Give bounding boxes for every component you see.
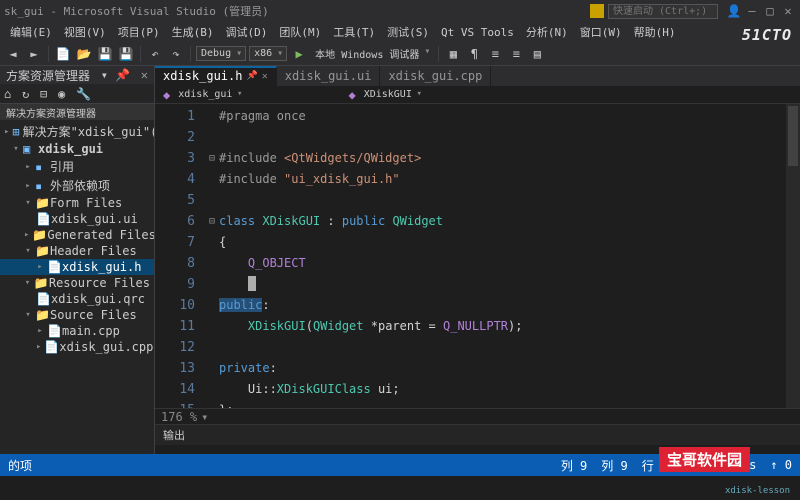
tree-folder[interactable]: ▸📁Generated Files [0, 227, 154, 243]
run-dropdown[interactable]: 本地 Windows 调试器 [311, 45, 433, 62]
project-node[interactable]: ▾▣xdisk_gui [0, 141, 154, 157]
tool-icon[interactable]: ≡ [507, 45, 525, 63]
panel-title: 方案资源管理器 [6, 67, 90, 84]
panel-pin-icon[interactable]: ▾ 📌 [101, 68, 130, 82]
separator [140, 46, 141, 62]
output-title[interactable]: 输出 [155, 425, 800, 445]
tool-icon[interactable]: ≡ [486, 45, 504, 63]
main-toolbar: ◄ ► 📄 📂 💾 💾 ↶ ↷ Debug x86 ▶ 本地 Windows 调… [0, 42, 800, 66]
back-icon[interactable]: ◄ [4, 45, 22, 63]
new-icon[interactable]: 📄 [54, 45, 72, 63]
scope-dropdown[interactable]: xdisk_gui [176, 88, 244, 101]
menu-project[interactable]: 项目(P) [112, 22, 166, 42]
file-tabs: xdisk_gui.h📌✕ xdisk_gui.ui xdisk_gui.cpp [155, 66, 800, 86]
refresh-icon[interactable]: ↻ [22, 87, 36, 101]
collapse-icon[interactable]: ⊟ [40, 87, 54, 101]
editor: xdisk_gui.h📌✕ xdisk_gui.ui xdisk_gui.cpp… [155, 66, 800, 454]
code-editor[interactable]: 12345678910111213141516 ⊟⊟ #pragma once#… [155, 104, 800, 408]
file-tab[interactable]: xdisk_gui.ui [277, 66, 381, 86]
separator [48, 46, 49, 62]
tree-file[interactable]: 📄xdisk_gui.ui [0, 211, 154, 227]
file-tab[interactable]: xdisk_gui.cpp [380, 66, 491, 86]
menu-view[interactable]: 视图(V) [58, 22, 112, 42]
tree-folder[interactable]: ▾📁Header Files [0, 243, 154, 259]
panel-close-icon[interactable]: ✕ [141, 68, 148, 82]
brand-overlay: 宝哥软件园 [659, 447, 750, 472]
menu-analyze[interactable]: 分析(N) [520, 22, 574, 42]
menu-test[interactable]: 测试(S) [381, 22, 435, 42]
pin-icon[interactable]: 📌 [246, 71, 257, 81]
show-all-icon[interactable]: ◉ [58, 87, 72, 101]
code-lines[interactable]: #pragma once#include <QtWidgets/QWidget>… [219, 104, 800, 408]
menu-window[interactable]: 窗口(W) [574, 22, 628, 42]
menu-build[interactable]: 生成(B) [166, 22, 220, 42]
separator [190, 46, 191, 62]
forward-icon[interactable]: ► [25, 45, 43, 63]
tree-file-selected[interactable]: ▸📄xdisk_gui.h [0, 259, 154, 275]
line-numbers: 12345678910111213141516 [155, 104, 205, 408]
panel-toolbar: ⌂ ↻ ⊟ ◉ 🔧 [0, 84, 154, 104]
home-icon[interactable]: ⌂ [4, 87, 18, 101]
user-icon[interactable]: 👤 [726, 3, 742, 19]
scrollbar-thumb[interactable] [788, 106, 798, 166]
zoom-level[interactable]: 176 % [161, 410, 197, 424]
zoom-dropdown-icon[interactable]: ▾ [201, 410, 208, 424]
tool-icon[interactable]: ¶ [465, 45, 483, 63]
member-dropdown[interactable]: XDiskGUI [362, 88, 424, 101]
status-publish[interactable]: ↑ 0 [770, 458, 792, 472]
tool-icon[interactable]: ▦ [444, 45, 462, 63]
save-all-icon[interactable]: 💾 [117, 45, 135, 63]
open-icon[interactable]: 📂 [75, 45, 93, 63]
solution-explorer: 方案资源管理器 ▾ 📌 ✕ ⌂ ↻ ⊟ ◉ 🔧 解决方案资源管理器 ▸⊞解决方案… [0, 66, 155, 454]
menu-help[interactable]: 帮助(H) [628, 22, 682, 42]
breadcrumb-bar: ◆ xdisk_gui ◆ XDiskGUI [155, 86, 800, 104]
tree-file[interactable]: ▸📄xdisk_gui.cpp [0, 339, 154, 355]
close-button[interactable]: ✕ [780, 3, 796, 19]
brand-sub: xdisk-lesson [725, 486, 790, 496]
status-ready: 的项 [8, 457, 32, 474]
config-dropdown[interactable]: Debug [196, 46, 246, 61]
tree-folder[interactable]: ▸▪外部依赖项 [0, 176, 154, 195]
watermark: 51CTO [742, 26, 792, 44]
notification-icon[interactable] [590, 4, 604, 18]
window-title: sk_gui - Microsoft Visual Studio (管理员) [4, 3, 590, 19]
tree-folder[interactable]: ▾📁Form Files [0, 195, 154, 211]
undo-icon[interactable]: ↶ [146, 45, 164, 63]
menu-qt[interactable]: Qt VS Tools [435, 24, 520, 41]
separator [438, 46, 439, 62]
minimize-button[interactable]: — [744, 3, 760, 19]
menu-edit[interactable]: 编辑(E) [4, 22, 58, 42]
vertical-scrollbar[interactable] [786, 104, 800, 408]
panel-subtitle: 解决方案资源管理器 [0, 104, 154, 120]
menu-tools[interactable]: 工具(T) [327, 22, 381, 42]
solution-tree[interactable]: ▸⊞解决方案"xdisk_gui"(1 个项目 ▾▣xdisk_gui ▸▪引用… [0, 120, 154, 454]
zoom-bar: 176 % ▾ [155, 408, 800, 424]
properties-icon[interactable]: 🔧 [76, 87, 90, 101]
panel-header: 方案资源管理器 ▾ 📌 ✕ [0, 66, 154, 84]
class-icon: ◆ [163, 88, 170, 102]
class-icon: ◆ [348, 88, 355, 102]
fold-column[interactable]: ⊟⊟ [205, 104, 219, 408]
redo-icon[interactable]: ↷ [167, 45, 185, 63]
close-tab-icon[interactable]: ✕ [262, 71, 268, 82]
tree-folder[interactable]: ▸▪引用 [0, 157, 154, 176]
maximize-button[interactable]: □ [762, 3, 778, 19]
menu-bar: 编辑(E) 视图(V) 项目(P) 生成(B) 调试(D) 团队(M) 工具(T… [0, 22, 800, 42]
save-icon[interactable]: 💾 [96, 45, 114, 63]
status-col: 列 9 [561, 457, 587, 474]
tree-folder[interactable]: ▾📁Resource Files [0, 275, 154, 291]
title-bar: sk_gui - Microsoft Visual Studio (管理员) 👤… [0, 0, 800, 22]
tool-icon[interactable]: ▤ [528, 45, 546, 63]
platform-dropdown[interactable]: x86 [249, 46, 287, 61]
menu-debug[interactable]: 调试(D) [220, 22, 274, 42]
status-col2: 列 9 [601, 457, 627, 474]
menu-team[interactable]: 团队(M) [273, 22, 327, 42]
quick-launch-input[interactable] [608, 4, 718, 19]
file-tab-active[interactable]: xdisk_gui.h📌✕ [155, 66, 277, 86]
play-icon[interactable]: ▶ [290, 45, 308, 63]
tree-folder[interactable]: ▾📁Source Files [0, 307, 154, 323]
tree-file[interactable]: ▸📄main.cpp [0, 323, 154, 339]
solution-node[interactable]: ▸⊞解决方案"xdisk_gui"(1 个项目 [0, 122, 154, 141]
tree-file[interactable]: 📄xdisk_gui.qrc [0, 291, 154, 307]
